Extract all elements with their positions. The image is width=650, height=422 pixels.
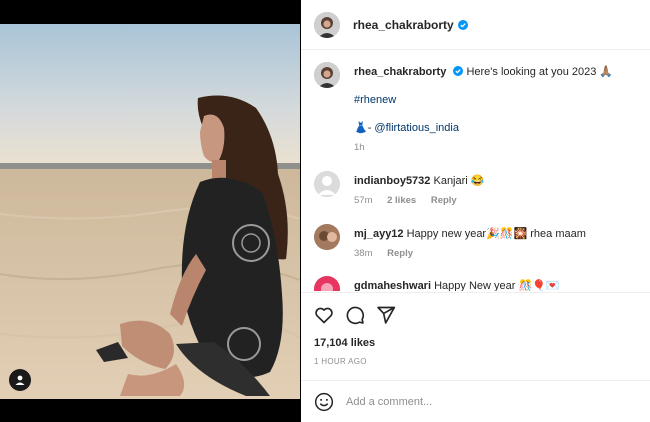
caption-mention[interactable]: @flirtatious_india <box>374 122 459 134</box>
author-username[interactable]: rhea_chakraborty <box>353 18 454 32</box>
caption-text: Here's looking at you 2023 🙏🏽 <box>466 66 614 78</box>
verified-badge-icon <box>453 66 464 76</box>
comment-text: Happy New year 🎊🎈💌 <box>434 280 560 291</box>
add-comment-bar <box>301 380 650 422</box>
comment-age: 38m <box>354 248 373 259</box>
beach-photo-image <box>0 24 300 399</box>
post-details-panel: rhea_chakraborty rhea_chakraborty Here's… <box>301 0 650 422</box>
post-actions: 17,104 likes 1 HOUR AGO <box>301 292 650 382</box>
caption-avatar[interactable] <box>314 62 340 88</box>
comment-icon[interactable] <box>345 305 365 325</box>
caption-hashtag[interactable]: #rhenew <box>354 94 396 106</box>
smiley-icon[interactable] <box>314 392 334 412</box>
send-icon[interactable] <box>376 305 396 325</box>
author-avatar[interactable] <box>314 11 340 38</box>
comment-likes[interactable]: 2 likes <box>387 195 416 206</box>
likes-count[interactable]: 17,104 likes <box>314 337 375 349</box>
user-tag-icon <box>15 375 25 385</box>
post-header: rhea_chakraborty <box>301 0 650 50</box>
comment-avatar[interactable] <box>314 276 340 291</box>
post-photo[interactable] <box>0 24 300 399</box>
comment-input[interactable] <box>346 395 606 408</box>
heart-icon[interactable] <box>314 305 334 325</box>
post-media <box>0 0 300 422</box>
comment-avatar[interactable] <box>314 171 340 197</box>
comment-age: 57m <box>354 195 373 206</box>
comment-text: Happy new year🎉🎊🎇 rhea maam <box>406 228 586 240</box>
comments-list[interactable]: rhea_chakraborty Here's looking at you 2… <box>301 51 650 291</box>
reply-button[interactable]: Reply <box>387 248 413 259</box>
comment-username[interactable]: gdmaheshwari <box>354 280 431 291</box>
comment-text: Kanjari 😂 <box>433 175 485 187</box>
credit-prefix: 👗- <box>354 122 372 134</box>
caption-age: 1h <box>354 142 365 153</box>
post-timestamp[interactable]: 1 HOUR AGO <box>314 357 367 366</box>
comment-username[interactable]: mj_ayy12 <box>354 228 404 240</box>
caption-username[interactable]: rhea_chakraborty <box>354 66 446 78</box>
reply-button[interactable]: Reply <box>431 195 457 206</box>
comment-username[interactable]: indianboy5732 <box>354 175 430 187</box>
verified-badge-icon <box>457 19 468 30</box>
tagged-users-button[interactable] <box>9 369 31 391</box>
comment-avatar[interactable] <box>314 224 340 250</box>
